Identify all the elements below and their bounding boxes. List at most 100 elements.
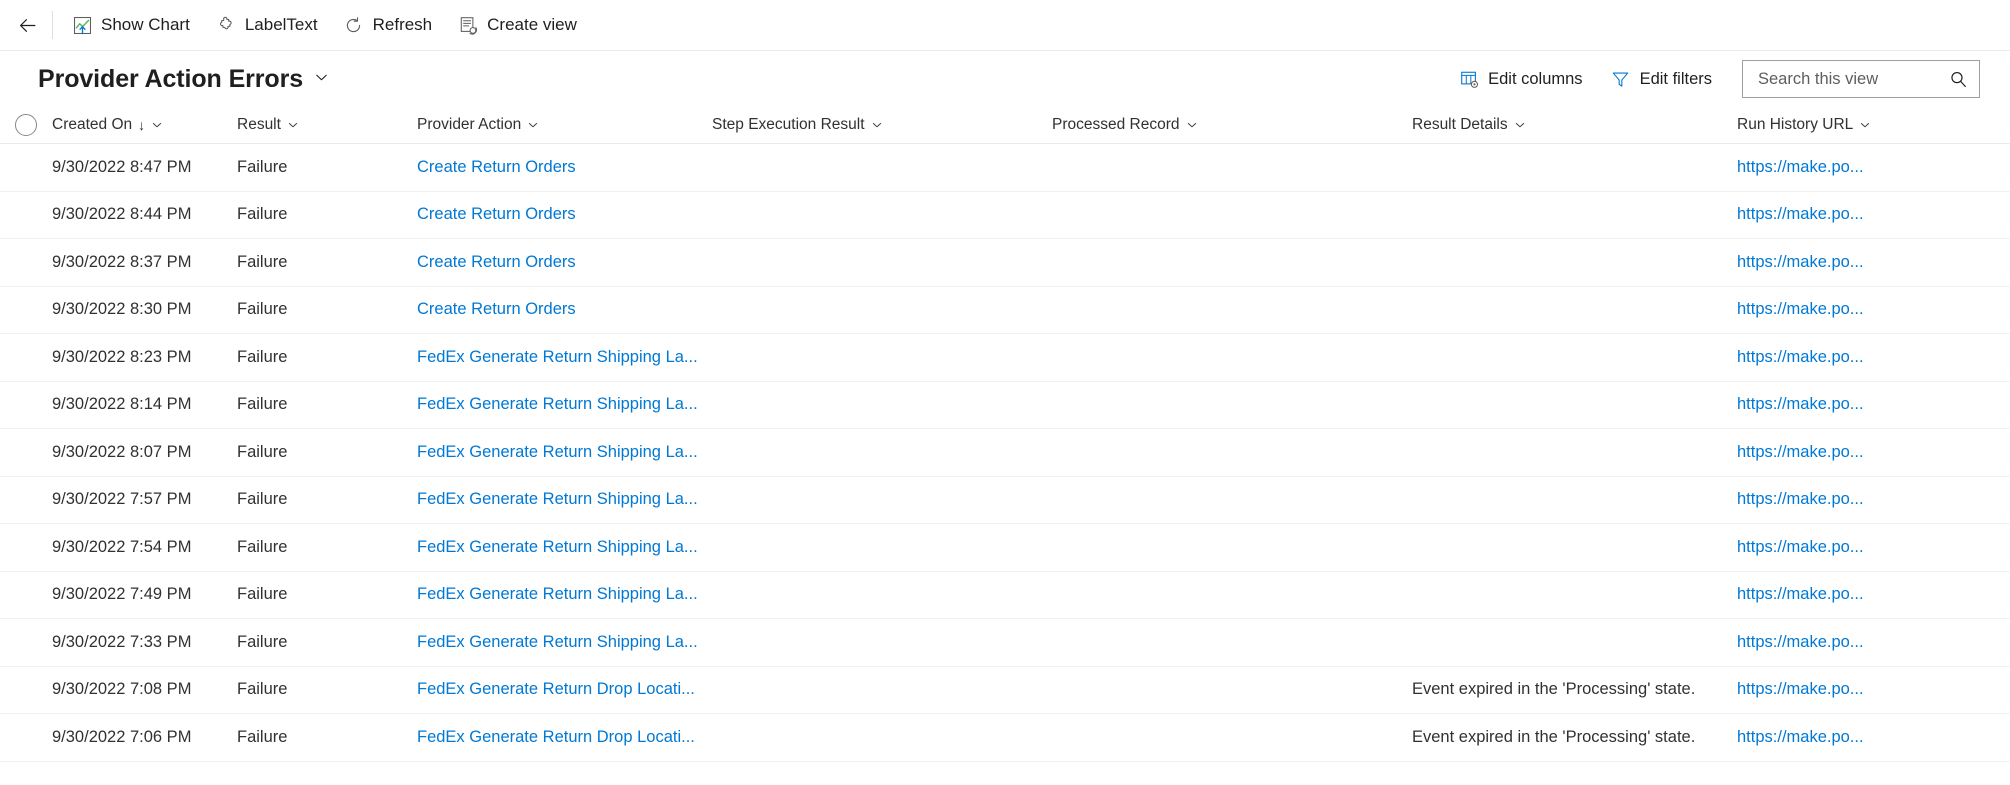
chevron-down-icon[interactable] (314, 70, 329, 85)
column-header-result-details[interactable]: Result Details (1412, 107, 1737, 143)
cell-provider-action-link[interactable]: FedEx Generate Return Shipping La... (417, 538, 698, 556)
column-header-label: Run History URL (1737, 116, 1854, 133)
column-header-result[interactable]: Result (237, 107, 417, 143)
table-row[interactable]: 9/30/2022 8:47 PM Failure Create Return Or… (0, 144, 2010, 192)
command-bar: Show Chart LabelText Refresh Create view (0, 0, 2010, 51)
create-view-button[interactable]: Create view (445, 5, 590, 45)
column-header-label: Result (237, 116, 281, 133)
cell-created-on-text: 9/30/2022 8:14 PM (52, 395, 192, 414)
cell-created-on-text: 9/30/2022 8:37 PM (52, 252, 192, 271)
chevron-down-icon[interactable] (151, 119, 163, 131)
search-input[interactable] (1756, 68, 1949, 90)
cell-run-history-url-link[interactable]: https://make.po... (1737, 585, 1864, 603)
cell-provider-action-link[interactable]: FedEx Generate Return Shipping La... (417, 490, 698, 508)
cell-result-text: Failure (237, 252, 288, 271)
cell-result: Failure (237, 490, 417, 509)
column-header-created-on[interactable]: Created On ↓ (52, 107, 237, 143)
cell-run-history-url-link[interactable]: https://make.po... (1737, 395, 1864, 413)
cell-run-history-url-link[interactable]: https://make.po... (1737, 538, 1864, 556)
cell-run-history-url-link[interactable]: https://make.po... (1737, 728, 1864, 746)
cell-run-history-url: https://make.po... (1737, 490, 1997, 509)
show-chart-button[interactable]: Show Chart (59, 5, 203, 45)
cell-result: Failure (237, 728, 417, 747)
cell-provider-action: FedEx Generate Return Drop Locati... (417, 728, 712, 747)
cell-run-history-url-link[interactable]: https://make.po... (1737, 443, 1864, 461)
labeltext-button[interactable]: LabelText (203, 5, 331, 45)
cell-result-text: Failure (237, 680, 288, 699)
cell-created-on: 9/30/2022 7:57 PM (52, 490, 237, 509)
table-row[interactable]: 9/30/2022 7:49 PM Failure FedEx Generate R… (0, 571, 2010, 619)
column-header-processed-record[interactable]: Processed Record (1052, 107, 1412, 143)
column-header-label: Result Details (1412, 116, 1508, 133)
cell-created-on-text: 9/30/2022 7:54 PM (52, 537, 192, 556)
cell-run-history-url-link[interactable]: https://make.po... (1737, 205, 1864, 223)
cell-run-history-url-link[interactable]: https://make.po... (1737, 158, 1864, 176)
cell-created-on-text: 9/30/2022 7:33 PM (52, 632, 192, 651)
cell-result-text: Failure (237, 300, 288, 319)
cell-provider-action-link[interactable]: Create Return Orders (417, 300, 576, 318)
cell-provider-action: Create Return Orders (417, 253, 712, 272)
column-header-step-execution-result[interactable]: Step Execution Result (712, 107, 1052, 143)
row-select-cell (0, 536, 52, 558)
table-row[interactable]: 9/30/2022 7:06 PM Failure FedEx Generate R… (0, 714, 2010, 762)
table-row[interactable]: 9/30/2022 8:30 PM Failure Create Return Or… (0, 286, 2010, 334)
cell-provider-action-link[interactable]: FedEx Generate Return Drop Locati... (417, 728, 695, 746)
back-button[interactable] (6, 5, 48, 45)
cell-run-history-url-link[interactable]: https://make.po... (1737, 680, 1864, 698)
cell-provider-action-link[interactable]: Create Return Orders (417, 253, 576, 271)
view-selector[interactable]: Provider Action Errors (38, 65, 329, 94)
show-chart-label: Show Chart (101, 15, 190, 34)
chevron-down-icon[interactable] (287, 119, 299, 131)
chevron-down-icon[interactable] (1514, 119, 1526, 131)
column-header-label: Created On (52, 116, 133, 133)
cell-run-history-url: https://make.po... (1737, 158, 1997, 177)
cell-run-history-url: https://make.po... (1737, 728, 1997, 747)
row-select-cell (0, 251, 52, 273)
cell-run-history-url-link[interactable]: https://make.po... (1737, 490, 1864, 508)
table-row[interactable]: 9/30/2022 7:33 PM Failure FedEx Generate R… (0, 619, 2010, 667)
chevron-down-icon[interactable] (527, 119, 539, 131)
view-commands: Edit columns Edit filters (1447, 60, 1980, 98)
table-row[interactable]: 9/30/2022 8:23 PM Failure FedEx Generate R… (0, 334, 2010, 382)
column-header-provider-action[interactable]: Provider Action (417, 107, 712, 143)
cell-run-history-url-link[interactable]: https://make.po... (1737, 633, 1864, 651)
table-row[interactable]: 9/30/2022 7:08 PM Failure FedEx Generate R… (0, 666, 2010, 714)
cell-provider-action: FedEx Generate Return Shipping La... (417, 585, 712, 604)
cell-run-history-url-link[interactable]: https://make.po... (1737, 300, 1864, 318)
page-title: Provider Action Errors (38, 64, 303, 93)
search-box[interactable] (1742, 60, 1980, 98)
cell-provider-action-link[interactable]: FedEx Generate Return Shipping La... (417, 585, 698, 603)
row-select-cell (0, 631, 52, 653)
cell-created-on-text: 9/30/2022 8:23 PM (52, 347, 192, 366)
table-row[interactable]: 9/30/2022 8:07 PM Failure FedEx Generate R… (0, 429, 2010, 477)
cell-provider-action-link[interactable]: FedEx Generate Return Shipping La... (417, 395, 698, 413)
cell-provider-action-link[interactable]: FedEx Generate Return Shipping La... (417, 348, 698, 366)
cell-result-text: Failure (237, 727, 288, 746)
chevron-down-icon[interactable] (1859, 119, 1871, 131)
cell-run-history-url: https://make.po... (1737, 538, 1997, 557)
chevron-down-icon[interactable] (871, 119, 883, 131)
cell-created-on-text: 9/30/2022 8:07 PM (52, 442, 192, 461)
column-header-run-history-url[interactable]: Run History URL (1737, 107, 1997, 143)
edit-filters-button[interactable]: Edit filters (1599, 60, 1724, 98)
column-header-label: Processed Record (1052, 116, 1180, 133)
cell-run-history-url-link[interactable]: https://make.po... (1737, 253, 1864, 271)
select-all-checkbox[interactable] (15, 114, 37, 136)
cell-provider-action-link[interactable]: FedEx Generate Return Shipping La... (417, 443, 698, 461)
cell-provider-action-link[interactable]: FedEx Generate Return Drop Locati... (417, 680, 695, 698)
cell-run-history-url-link[interactable]: https://make.po... (1737, 348, 1864, 366)
labeltext-label: LabelText (244, 15, 318, 34)
table-row[interactable]: 9/30/2022 7:54 PM Failure FedEx Generate R… (0, 524, 2010, 572)
chevron-down-icon[interactable] (1186, 119, 1198, 131)
table-row[interactable]: 9/30/2022 8:37 PM Failure Create Return Or… (0, 239, 2010, 287)
table-row[interactable]: 9/30/2022 7:57 PM Failure FedEx Generate R… (0, 476, 2010, 524)
cell-provider-action-link[interactable]: FedEx Generate Return Shipping La... (417, 633, 698, 651)
cell-result: Failure (237, 585, 417, 604)
search-icon[interactable] (1949, 70, 1968, 89)
edit-columns-button[interactable]: Edit columns (1447, 60, 1594, 98)
cell-provider-action-link[interactable]: Create Return Orders (417, 158, 576, 176)
table-row[interactable]: 9/30/2022 8:14 PM Failure FedEx Generate R… (0, 381, 2010, 429)
table-row[interactable]: 9/30/2022 8:44 PM Failure Create Return Or… (0, 191, 2010, 239)
refresh-button[interactable]: Refresh (331, 5, 446, 45)
cell-provider-action-link[interactable]: Create Return Orders (417, 205, 576, 223)
